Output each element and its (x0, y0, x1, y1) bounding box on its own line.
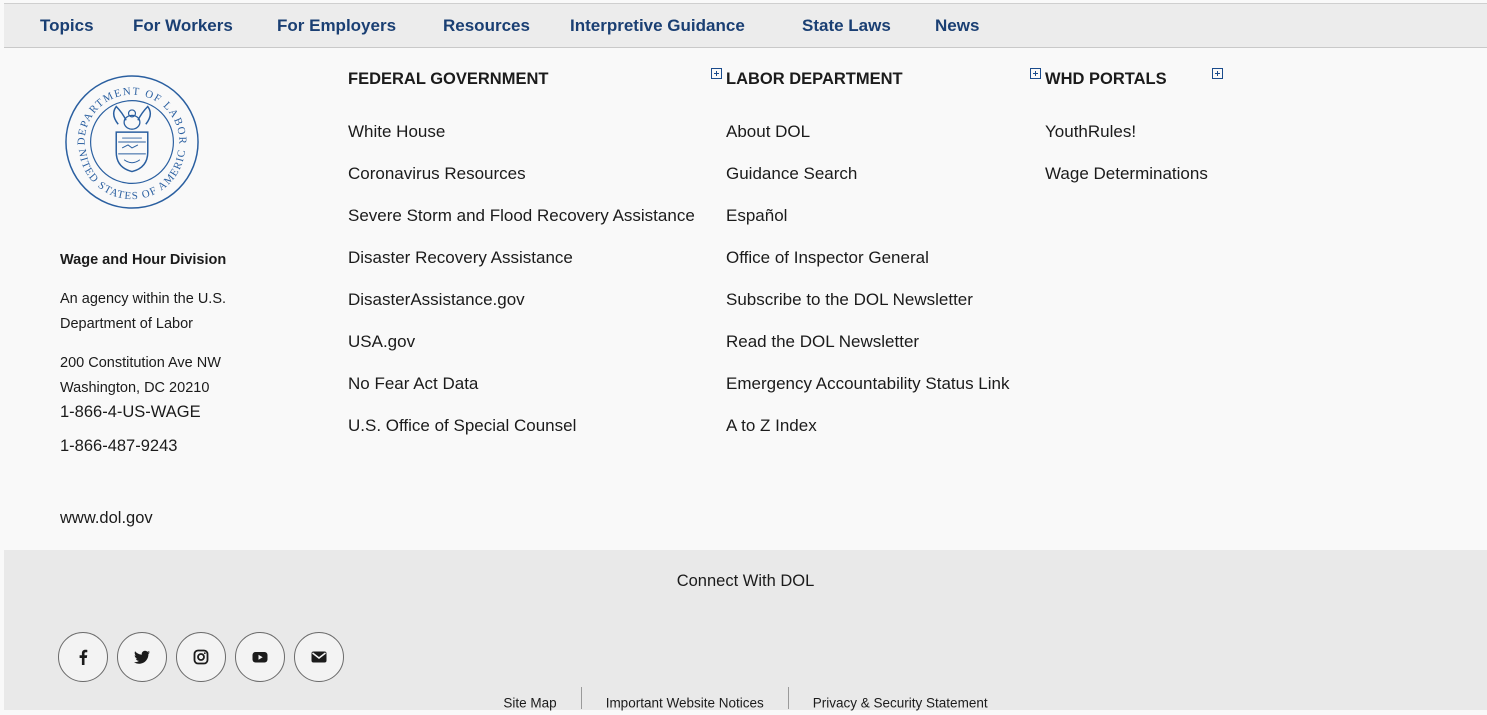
email-icon[interactable] (294, 632, 344, 682)
facebook-icon[interactable] (58, 632, 108, 682)
link-no-fear-act[interactable]: No Fear Act Data (348, 374, 478, 394)
link-special-counsel[interactable]: U.S. Office of Special Counsel (348, 416, 576, 436)
expand-plus-icon[interactable] (711, 68, 722, 79)
youtube-icon[interactable] (235, 632, 285, 682)
link-white-house[interactable]: White House (348, 122, 445, 142)
link-read-newsletter[interactable]: Read the DOL Newsletter (726, 332, 919, 352)
divider (787, 687, 789, 709)
instagram-icon[interactable] (176, 632, 226, 682)
link-a-to-z-index[interactable]: A to Z Index (726, 416, 817, 436)
link-usa-gov[interactable]: USA.gov (348, 332, 415, 352)
expand-plus-icon[interactable] (1030, 68, 1041, 79)
website-link[interactable]: www.dol.gov (60, 506, 153, 531)
link-inspector-general[interactable]: Office of Inspector General (726, 248, 929, 268)
link-youthrules[interactable]: YouthRules! (1045, 122, 1136, 142)
link-important-website-notices[interactable]: Important Website Notices (606, 696, 764, 711)
nav-interpretive-guidance[interactable]: Interpretive Guidance (570, 4, 745, 48)
expand-plus-icon[interactable] (1212, 68, 1223, 79)
link-about-dol[interactable]: About DOL (726, 122, 810, 142)
agency-info: Wage and Hour Division An agency within … (60, 248, 330, 527)
heading-labor-department: LABOR DEPARTMENT (726, 70, 903, 88)
nav-for-employers[interactable]: For Employers (277, 4, 396, 48)
link-site-map[interactable]: Site Map (503, 696, 556, 711)
link-disasterassistance-gov[interactable]: DisasterAssistance.gov (348, 290, 525, 310)
heading-whd-portals: WHD PORTALS (1045, 70, 1167, 88)
link-subscribe-newsletter[interactable]: Subscribe to the DOL Newsletter (726, 290, 973, 310)
dol-seal-logo[interactable]: DEPARTMENT OF LABOR UNITED STATES OF AME… (58, 64, 201, 212)
link-emergency-accountability[interactable]: Emergency Accountability Status Link (726, 374, 1009, 394)
twitter-icon[interactable] (117, 632, 167, 682)
link-severe-storm-recovery[interactable]: Severe Storm and Flood Recovery Assistan… (348, 206, 695, 226)
link-privacy-security[interactable]: Privacy & Security Statement (813, 696, 988, 711)
phone-number[interactable]: 1-866-487-9243 (60, 429, 330, 463)
link-guidance-search[interactable]: Guidance Search (726, 164, 857, 184)
top-navigation: Topics For Workers For Employers Resourc… (4, 3, 1487, 48)
link-coronavirus-resources[interactable]: Coronavirus Resources (348, 164, 526, 184)
nav-for-workers[interactable]: For Workers (133, 4, 233, 48)
agency-description-line1: An agency within the U.S. (60, 291, 227, 307)
nav-state-laws[interactable]: State Laws (802, 4, 891, 48)
address-line1: 200 Constitution Ave NW (60, 355, 221, 371)
footer: Connect With DOL Site Map Important Websi… (4, 550, 1487, 711)
phone-wage[interactable]: 1-866-4-US-WAGE (60, 395, 330, 429)
agency-description-line2: Department of Labor (60, 316, 193, 332)
nav-topics[interactable]: Topics (40, 4, 94, 48)
connect-with-dol: Connect With DOL (676, 572, 815, 590)
nav-resources[interactable]: Resources (443, 4, 530, 48)
nav-news[interactable]: News (935, 4, 979, 48)
link-wage-determinations[interactable]: Wage Determinations (1045, 164, 1208, 184)
divider (580, 687, 582, 709)
link-disaster-recovery[interactable]: Disaster Recovery Assistance (348, 248, 573, 268)
agency-name: Wage and Hour Division (60, 252, 227, 268)
link-espanol[interactable]: Español (726, 206, 787, 226)
bottom-links: Site Map Important Website Notices Privacy… (4, 687, 1487, 715)
heading-federal-government: FEDERAL GOVERNMENT (348, 70, 549, 88)
